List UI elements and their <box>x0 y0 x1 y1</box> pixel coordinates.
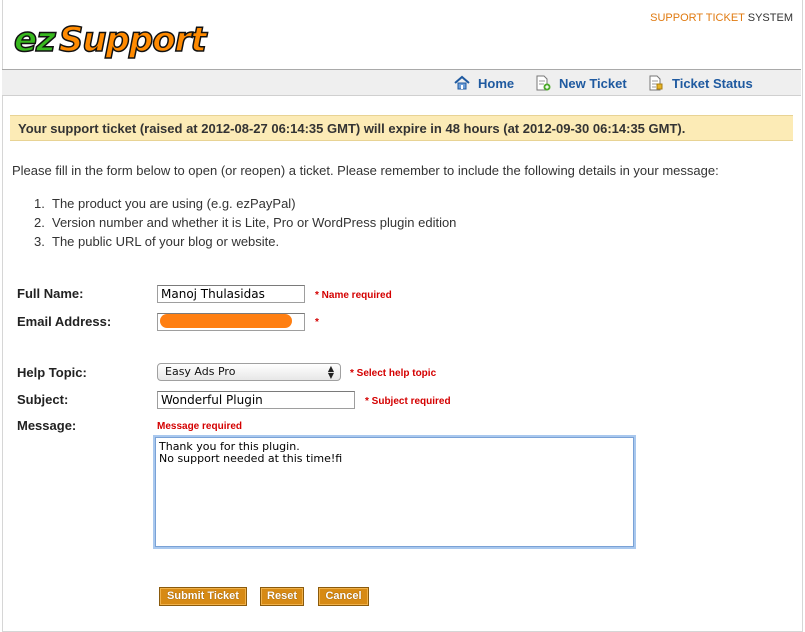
nav-bar: Home New Ticket Ticket Status <box>2 69 801 96</box>
ticket-status-icon <box>648 75 664 91</box>
requirement-item: 3. The public URL of your blog or website… <box>34 234 280 249</box>
email-label: Email Address: <box>17 314 112 329</box>
nav-new-ticket-link[interactable]: New Ticket <box>535 73 627 93</box>
nav-new-ticket-label: New Ticket <box>559 75 627 91</box>
system-title: SUPPORT TICKET SYSTEM <box>650 12 793 24</box>
nav-ticket-status-link[interactable]: Ticket Status <box>648 73 753 93</box>
subject-input[interactable] <box>157 391 355 409</box>
reset-button[interactable]: Reset <box>260 587 304 606</box>
subject-error: * Subject required <box>365 396 451 407</box>
nav-home-label: Home <box>478 75 515 91</box>
nav-ticket-status-label: Ticket Status <box>672 75 753 91</box>
system-title-highlight: SUPPORT TICKET <box>650 12 745 24</box>
requirements-list: 1. The product you are using (e.g. ezPayP… <box>34 194 456 251</box>
home-icon <box>454 75 470 91</box>
expiry-notice: Your support ticket (raised at 2012-08-2… <box>10 115 793 141</box>
help-topic-error: * Select help topic <box>350 368 437 379</box>
submit-ticket-button[interactable]: Submit Ticket <box>159 587 247 606</box>
redaction-mark <box>160 314 292 328</box>
email-error: * <box>315 317 319 328</box>
intro-text: Please fill in the form below to open (o… <box>12 163 719 178</box>
cancel-button[interactable]: Cancel <box>318 587 369 606</box>
full-name-error: * Name required <box>315 290 392 301</box>
requirement-item: 2. Version number and whether it is Lite,… <box>34 215 457 230</box>
full-name-label: Full Name: <box>17 286 84 301</box>
subject-label: Subject: <box>17 392 69 407</box>
help-topic-selected: Easy Ads Pro <box>165 365 236 378</box>
help-topic-label: Help Topic: <box>17 365 87 380</box>
message-error: Message required <box>157 421 243 432</box>
message-label: Message: <box>17 418 77 433</box>
system-title-rest: SYSTEM <box>744 12 793 24</box>
message-textarea[interactable] <box>155 437 634 547</box>
help-topic-select[interactable]: Easy Ads Pro ▲ ▼ <box>157 363 341 381</box>
requirement-item: 1. The product you are using (e.g. ezPayP… <box>34 196 296 211</box>
new-ticket-icon <box>535 75 551 91</box>
select-arrows-icon: ▲ ▼ <box>327 364 334 380</box>
logo-support-text: Support <box>58 19 207 61</box>
full-name-input[interactable] <box>157 285 305 303</box>
ezsupport-logo[interactable]: ez Support <box>13 19 207 61</box>
logo-ez-text: ez <box>13 19 56 61</box>
nav-home-link[interactable]: Home <box>454 73 514 93</box>
